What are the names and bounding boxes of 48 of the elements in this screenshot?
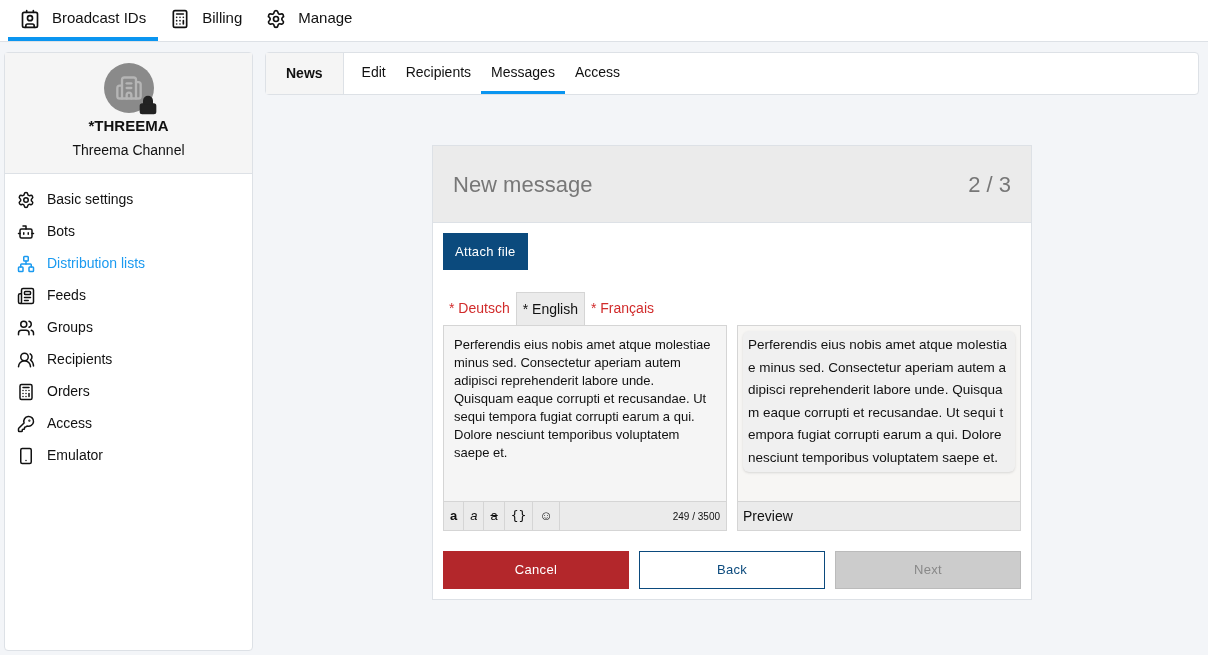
- sidebar-item[interactable]: Bots: [5, 215, 252, 248]
- key-icon: [17, 414, 35, 433]
- step-counter: 2 / 3: [968, 170, 1011, 199]
- newspaper-icon: [17, 286, 35, 305]
- action-button[interactable]: Back: [639, 551, 825, 589]
- sidebar-item[interactable]: Emulator: [5, 439, 252, 472]
- language-tab[interactable]: * Deutsch: [443, 292, 516, 325]
- character-counter: 249 / 3500: [672, 509, 721, 524]
- settings-icon: [266, 8, 287, 29]
- sidebar-item[interactable]: Orders: [5, 375, 252, 408]
- sidebar-item[interactable]: Access: [5, 407, 252, 440]
- calculator-icon: [17, 382, 35, 401]
- sidebar-item[interactable]: Feeds: [5, 279, 252, 312]
- section-tab[interactable]: Access: [564, 53, 630, 94]
- format-button[interactable]: ☺: [533, 502, 560, 530]
- profile-name: *THREEMA: [88, 116, 169, 136]
- action-button[interactable]: Cancel: [443, 551, 629, 589]
- profile-subtitle: Threema Channel: [72, 140, 185, 160]
- phone-icon: [17, 446, 35, 465]
- users-icon: [17, 318, 35, 337]
- sidebar-item[interactable]: Groups: [5, 311, 252, 344]
- nav-tab[interactable]: Manage: [254, 0, 365, 41]
- nav-tab[interactable]: Billing: [158, 0, 255, 41]
- section-tab[interactable]: Edit: [351, 53, 396, 94]
- sidebar-item[interactable]: Recipients: [5, 343, 252, 376]
- message-text[interactable]: Perferendis eius nobis amet atque molestiae minus sed. Consectetur aperiam autem adipisci reprehenderit labore unde. Quisquam eaque corrupti et recusandae. Ut sequi tempora fugiat corrupti earum a qui. Dolore nesciunt temporibus voluptatem saepe et.: [444, 326, 726, 501]
- calculator-icon: [170, 8, 191, 29]
- format-button[interactable]: a: [464, 502, 485, 530]
- people-icon: [17, 350, 35, 369]
- preview-bubble: Perferendis eius nobis amet atque molestiae minus sed. Consectetur aperiam autem adipisci reprehenderit labore unde. Quisquam eaque corrupti et recusandae. Ut sequi tempora fugiat corrupti earum a qui. Dolore nesciunt temporibus voluptatem saepe et.: [743, 331, 1015, 472]
- robot-icon: [17, 222, 35, 241]
- contact-card-icon: [20, 8, 40, 29]
- format-button[interactable]: {}: [504, 502, 534, 530]
- card-title: New message: [453, 170, 593, 199]
- section-tab[interactable]: Recipients: [395, 53, 482, 94]
- language-tab[interactable]: * Français: [584, 292, 660, 325]
- attach-file-button[interactable]: Attach file: [443, 233, 528, 270]
- avatar-icon: [103, 63, 154, 113]
- language-tab[interactable]: * English: [515, 292, 585, 325]
- section-tab[interactable]: Messages: [481, 53, 565, 94]
- nav-tab[interactable]: Broadcast IDs: [8, 0, 159, 41]
- format-button[interactable]: a: [484, 502, 505, 530]
- sidebar-item[interactable]: Basic settings: [5, 183, 252, 216]
- format-button[interactable]: a: [444, 502, 465, 530]
- settings-icon: [17, 190, 35, 209]
- hierarchy-icon: [17, 254, 35, 273]
- section-title: News: [266, 53, 344, 94]
- preview-label: Preview: [738, 501, 1020, 530]
